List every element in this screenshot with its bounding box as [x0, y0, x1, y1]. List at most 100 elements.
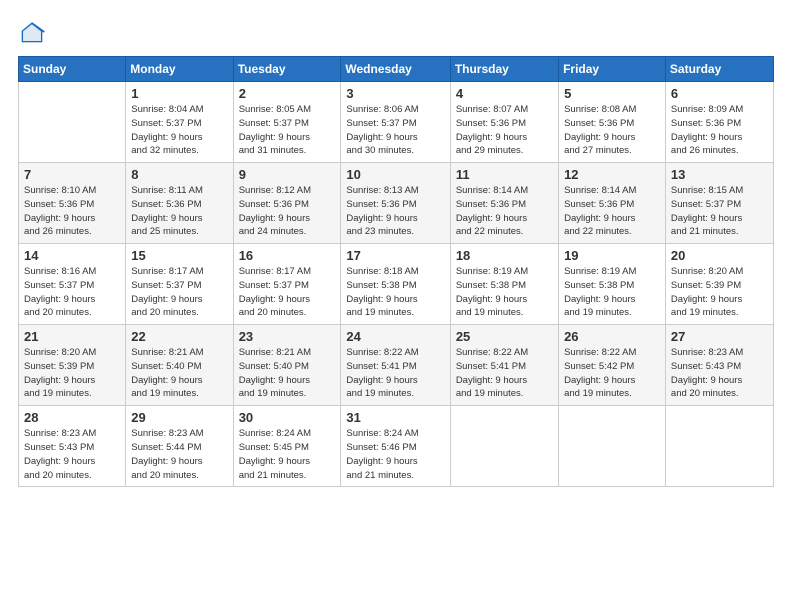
day-number: 9	[239, 167, 336, 182]
day-info: Sunrise: 8:04 AM Sunset: 5:37 PM Dayligh…	[131, 103, 227, 158]
day-info: Sunrise: 8:19 AM Sunset: 5:38 PM Dayligh…	[456, 265, 553, 320]
calendar-cell: 14Sunrise: 8:16 AM Sunset: 5:37 PM Dayli…	[19, 244, 126, 325]
day-info: Sunrise: 8:24 AM Sunset: 5:45 PM Dayligh…	[239, 427, 336, 482]
calendar-cell: 27 Sunrise: 8:23 AM Sunset: 5:43 PM Dayli…	[665, 325, 773, 406]
day-info: Sunrise: 8:06 AM Sunset: 5:37 PM Dayligh…	[346, 103, 444, 158]
calendar-cell: 24 Sunrise: 8:22 AM Sunset: 5:41 PM Dayli…	[341, 325, 450, 406]
weekday-header-monday: Monday	[126, 57, 233, 82]
calendar-cell: 22 Sunrise: 8:21 AM Sunset: 5:40 PM Dayli…	[126, 325, 233, 406]
day-info: Sunrise: 8:20 AM Sunset: 5:39 PM Dayligh…	[24, 346, 120, 401]
day-info: Sunrise: 8:23 AM Sunset: 5:43 PM Dayligh…	[24, 427, 120, 482]
calendar-cell	[559, 406, 666, 487]
day-number: 25	[456, 329, 553, 344]
calendar-cell: 23Sunrise: 8:21 AM Sunset: 5:40 PM Dayli…	[233, 325, 341, 406]
day-number: 7	[24, 167, 120, 182]
day-number: 22	[131, 329, 227, 344]
calendar-table: SundayMondayTuesdayWednesdayThursdayFrid…	[18, 56, 774, 487]
calendar-cell: 9 Sunrise: 8:12 AM Sunset: 5:36 PM Daylig…	[233, 163, 341, 244]
week-row-1: 1 Sunrise: 8:04 AM Sunset: 5:37 PM Daylig…	[19, 82, 774, 163]
header	[18, 18, 774, 46]
day-number: 2	[239, 86, 336, 101]
calendar-cell: 15 Sunrise: 8:17 AM Sunset: 5:37 PM Dayli…	[126, 244, 233, 325]
calendar-cell: 26 Sunrise: 8:22 AM Sunset: 5:42 PM Dayli…	[559, 325, 666, 406]
calendar-cell: 20Sunrise: 8:20 AM Sunset: 5:39 PM Dayli…	[665, 244, 773, 325]
page: SundayMondayTuesdayWednesdayThursdayFrid…	[0, 0, 792, 612]
day-info: Sunrise: 8:13 AM Sunset: 5:36 PM Dayligh…	[346, 184, 444, 239]
calendar-cell: 5 Sunrise: 8:08 AM Sunset: 5:36 PM Daylig…	[559, 82, 666, 163]
day-number: 13	[671, 167, 768, 182]
day-info: Sunrise: 8:11 AM Sunset: 5:36 PM Dayligh…	[131, 184, 227, 239]
day-info: Sunrise: 8:22 AM Sunset: 5:41 PM Dayligh…	[456, 346, 553, 401]
day-info: Sunrise: 8:23 AM Sunset: 5:44 PM Dayligh…	[131, 427, 227, 482]
calendar-cell: 8 Sunrise: 8:11 AM Sunset: 5:36 PM Daylig…	[126, 163, 233, 244]
weekday-header-wednesday: Wednesday	[341, 57, 450, 82]
day-number: 17	[346, 248, 444, 263]
calendar-cell: 4 Sunrise: 8:07 AM Sunset: 5:36 PM Daylig…	[450, 82, 558, 163]
day-number: 5	[564, 86, 660, 101]
day-number: 1	[131, 86, 227, 101]
week-row-3: 14Sunrise: 8:16 AM Sunset: 5:37 PM Dayli…	[19, 244, 774, 325]
calendar-cell: 12 Sunrise: 8:14 AM Sunset: 5:36 PM Dayli…	[559, 163, 666, 244]
day-number: 31	[346, 410, 444, 425]
day-number: 24	[346, 329, 444, 344]
logo	[18, 18, 50, 46]
calendar-cell: 29Sunrise: 8:23 AM Sunset: 5:44 PM Dayli…	[126, 406, 233, 487]
calendar-cell: 30 Sunrise: 8:24 AM Sunset: 5:45 PM Dayli…	[233, 406, 341, 487]
day-info: Sunrise: 8:12 AM Sunset: 5:36 PM Dayligh…	[239, 184, 336, 239]
day-number: 26	[564, 329, 660, 344]
calendar-cell: 3Sunrise: 8:06 AM Sunset: 5:37 PM Daylig…	[341, 82, 450, 163]
week-row-4: 21 Sunrise: 8:20 AM Sunset: 5:39 PM Dayli…	[19, 325, 774, 406]
day-info: Sunrise: 8:17 AM Sunset: 5:37 PM Dayligh…	[131, 265, 227, 320]
calendar-cell: 11 Sunrise: 8:14 AM Sunset: 5:36 PM Dayli…	[450, 163, 558, 244]
day-number: 6	[671, 86, 768, 101]
calendar-cell: 1 Sunrise: 8:04 AM Sunset: 5:37 PM Daylig…	[126, 82, 233, 163]
calendar-cell: 7Sunrise: 8:10 AM Sunset: 5:36 PM Daylig…	[19, 163, 126, 244]
calendar-cell: 18Sunrise: 8:19 AM Sunset: 5:38 PM Dayli…	[450, 244, 558, 325]
logo-icon	[18, 18, 46, 46]
day-info: Sunrise: 8:23 AM Sunset: 5:43 PM Dayligh…	[671, 346, 768, 401]
weekday-header-row: SundayMondayTuesdayWednesdayThursdayFrid…	[19, 57, 774, 82]
calendar-cell	[665, 406, 773, 487]
day-number: 11	[456, 167, 553, 182]
day-info: Sunrise: 8:24 AM Sunset: 5:46 PM Dayligh…	[346, 427, 444, 482]
day-number: 30	[239, 410, 336, 425]
calendar-cell: 31 Sunrise: 8:24 AM Sunset: 5:46 PM Dayli…	[341, 406, 450, 487]
day-info: Sunrise: 8:22 AM Sunset: 5:41 PM Dayligh…	[346, 346, 444, 401]
calendar-cell	[450, 406, 558, 487]
day-number: 15	[131, 248, 227, 263]
calendar-cell: 19Sunrise: 8:19 AM Sunset: 5:38 PM Dayli…	[559, 244, 666, 325]
calendar-cell: 21 Sunrise: 8:20 AM Sunset: 5:39 PM Dayli…	[19, 325, 126, 406]
weekday-header-sunday: Sunday	[19, 57, 126, 82]
day-number: 23	[239, 329, 336, 344]
day-info: Sunrise: 8:14 AM Sunset: 5:36 PM Dayligh…	[456, 184, 553, 239]
weekday-header-tuesday: Tuesday	[233, 57, 341, 82]
week-row-5: 28 Sunrise: 8:23 AM Sunset: 5:43 PM Dayli…	[19, 406, 774, 487]
calendar-cell: 6 Sunrise: 8:09 AM Sunset: 5:36 PM Daylig…	[665, 82, 773, 163]
day-number: 16	[239, 248, 336, 263]
day-number: 28	[24, 410, 120, 425]
day-number: 20	[671, 248, 768, 263]
day-number: 12	[564, 167, 660, 182]
day-info: Sunrise: 8:15 AM Sunset: 5:37 PM Dayligh…	[671, 184, 768, 239]
calendar-cell	[19, 82, 126, 163]
weekday-header-saturday: Saturday	[665, 57, 773, 82]
week-row-2: 7Sunrise: 8:10 AM Sunset: 5:36 PM Daylig…	[19, 163, 774, 244]
day-number: 27	[671, 329, 768, 344]
weekday-header-thursday: Thursday	[450, 57, 558, 82]
day-info: Sunrise: 8:05 AM Sunset: 5:37 PM Dayligh…	[239, 103, 336, 158]
calendar-cell: 16Sunrise: 8:17 AM Sunset: 5:37 PM Dayli…	[233, 244, 341, 325]
day-number: 8	[131, 167, 227, 182]
day-number: 14	[24, 248, 120, 263]
day-number: 4	[456, 86, 553, 101]
calendar-cell: 10 Sunrise: 8:13 AM Sunset: 5:36 PM Dayli…	[341, 163, 450, 244]
day-info: Sunrise: 8:07 AM Sunset: 5:36 PM Dayligh…	[456, 103, 553, 158]
day-info: Sunrise: 8:21 AM Sunset: 5:40 PM Dayligh…	[131, 346, 227, 401]
day-info: Sunrise: 8:08 AM Sunset: 5:36 PM Dayligh…	[564, 103, 660, 158]
day-info: Sunrise: 8:18 AM Sunset: 5:38 PM Dayligh…	[346, 265, 444, 320]
calendar-cell: 25 Sunrise: 8:22 AM Sunset: 5:41 PM Dayli…	[450, 325, 558, 406]
day-info: Sunrise: 8:22 AM Sunset: 5:42 PM Dayligh…	[564, 346, 660, 401]
day-info: Sunrise: 8:09 AM Sunset: 5:36 PM Dayligh…	[671, 103, 768, 158]
day-info: Sunrise: 8:14 AM Sunset: 5:36 PM Dayligh…	[564, 184, 660, 239]
day-number: 21	[24, 329, 120, 344]
day-number: 10	[346, 167, 444, 182]
